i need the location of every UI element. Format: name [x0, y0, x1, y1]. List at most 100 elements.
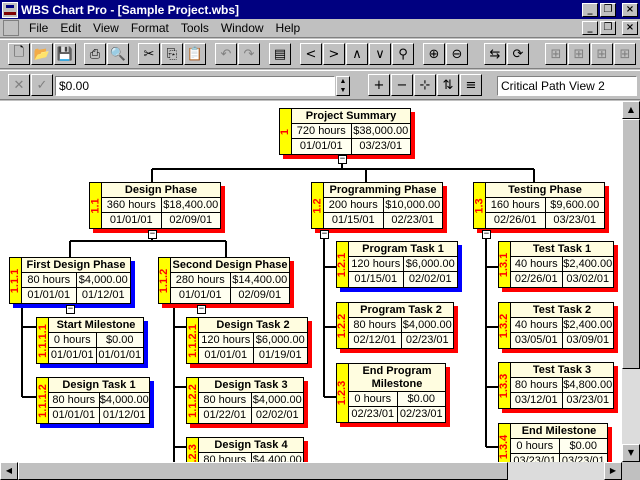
doc-restore-button[interactable]: ❐ — [600, 21, 616, 35]
collapse-toggle[interactable]: − — [338, 155, 347, 164]
doc-close-button[interactable]: × — [622, 21, 638, 35]
app-icon[interactable] — [2, 1, 18, 18]
layout-1-icon[interactable]: ⊞ — [545, 43, 567, 65]
wbs-id: 1.3.4 — [499, 424, 511, 462]
cancel-edit-button[interactable]: ✕ — [8, 74, 30, 96]
task-finish: 02/09/01 — [238, 289, 282, 301]
collapse-toggle[interactable]: − — [148, 230, 157, 239]
move-right-icon[interactable]: > — [323, 43, 345, 65]
reorder-icon[interactable]: ⇅ — [437, 74, 459, 96]
zoom-in-icon[interactable]: ⊕ — [423, 43, 445, 65]
wbs-id: 1.1.2.1 — [187, 318, 199, 363]
task-work: 360 hours — [102, 198, 162, 212]
value-spinner[interactable]: ▲ ▼ — [336, 76, 350, 96]
wbs-node-1-1-1-1[interactable]: 1.1.1.1 Start Milestone 0 hours $0.00 01/… — [36, 317, 144, 364]
view-selector[interactable]: Critical Path View 2 — [497, 76, 637, 96]
task-name: Test Task 1 — [511, 242, 613, 257]
refresh-icon[interactable]: ⟳ — [507, 43, 529, 65]
scroll-down-arrow-icon[interactable]: ▼ — [622, 444, 640, 462]
redo-icon[interactable]: ↷ — [238, 43, 260, 65]
move-up-icon[interactable]: ∧ — [346, 43, 368, 65]
doc-minimize-button[interactable]: _ — [582, 21, 598, 35]
layout-2-icon[interactable]: ⊞ — [568, 43, 590, 65]
open-folder-icon[interactable]: 📂 — [31, 43, 53, 65]
close-button[interactable]: × — [622, 2, 638, 17]
wbs-node-1-3-4[interactable]: 1.3.4 End Milestone 0 hours $0.00 03/23/0… — [498, 423, 608, 462]
task-cost: $9,600.00 — [550, 199, 600, 211]
task-start: 01/01/01 — [49, 408, 100, 423]
scroll-right-arrow-icon[interactable]: ▶ — [604, 462, 622, 480]
menu-window[interactable]: Window — [215, 21, 270, 35]
move-left-icon[interactable]: < — [300, 43, 322, 65]
move-down-icon[interactable]: ∨ — [369, 43, 391, 65]
wbs-node-1[interactable]: 1 Project Summary 720 hours $38,000.00 01… — [279, 108, 411, 155]
wbs-node-1-2-2[interactable]: 1.2.2 Program Task 2 80 hours $4,000.00 0… — [336, 302, 454, 349]
menu-file[interactable]: File — [23, 21, 54, 35]
edit-toolbar: ✕ ✓ $0.00 ▲ ▼ + − ⊹ ⇅ ≡ Critical Path Vie… — [0, 70, 640, 100]
wbs-node-1-1-2-3[interactable]: 1.1.2.3 Design Task 4 80 hours $4,400.00 — [186, 437, 304, 462]
paste-icon[interactable]: 📋 — [184, 43, 206, 65]
horizontal-scrollbar[interactable]: ◀ ▶ — [0, 462, 622, 480]
wbs-node-1-2-3[interactable]: 1.2.3 End Program Milestone 0 hours $0.00… — [336, 363, 446, 423]
task-finish: 02/23/01 — [391, 214, 435, 226]
task-work: 120 hours — [199, 333, 254, 347]
layout-4-icon[interactable]: ⊞ — [614, 43, 636, 65]
add-child-icon[interactable]: ⊹ — [414, 74, 436, 96]
horizontal-scroll-thumb[interactable] — [18, 462, 508, 480]
task-start: 03/12/01 — [511, 393, 563, 408]
wbs-canvas[interactable]: 1 Project Summary 720 hours $38,000.00 01… — [0, 101, 622, 462]
wbs-node-1-1-1-2[interactable]: 1.1.1.2 Design Task 1 80 hours $4,000.00 … — [36, 377, 150, 424]
properties-icon[interactable]: ▤ — [269, 43, 291, 65]
add-task-icon[interactable]: + — [368, 74, 390, 96]
minimize-button[interactable]: _ — [582, 2, 598, 17]
collapse-toggle[interactable]: − — [66, 305, 75, 314]
restore-button[interactable]: ❐ — [600, 2, 616, 17]
menu-edit[interactable]: Edit — [54, 21, 87, 35]
collapse-icon[interactable]: ≡ — [460, 74, 482, 96]
wbs-id: 1.2.2 — [337, 303, 349, 348]
menu-format[interactable]: Format — [125, 21, 175, 35]
task-finish: 01/12/01 — [102, 409, 146, 421]
print-icon[interactable]: ⎙ — [84, 43, 106, 65]
collapse-toggle[interactable]: − — [320, 230, 329, 239]
wbs-node-1-2-1[interactable]: 1.2.1 Program Task 1 120 hours $6,000.00 … — [336, 241, 458, 288]
wbs-node-1-2[interactable]: 1.2 Programming Phase 200 hours $10,000.0… — [311, 182, 443, 229]
scroll-up-arrow-icon[interactable]: ▲ — [622, 101, 640, 119]
import-icon[interactable]: ⇆ — [484, 43, 506, 65]
wbs-node-1-1-1[interactable]: 1.1.1 First Design Phase 80 hours $4,000.… — [9, 257, 131, 304]
undo-icon[interactable]: ↶ — [215, 43, 237, 65]
wbs-node-1-3-1[interactable]: 1.3.1 Test Task 1 40 hours $2,400.00 02/2… — [498, 241, 614, 288]
wbs-node-1-3-3[interactable]: 1.3.3 Test Task 3 80 hours $4,800.00 03/1… — [498, 362, 614, 409]
collapse-toggle[interactable]: − — [482, 230, 491, 239]
document-icon[interactable] — [3, 20, 19, 36]
remove-task-icon[interactable]: − — [391, 74, 413, 96]
wbs-node-1-1-2-2[interactable]: 1.1.2.2 Design Task 3 80 hours $4,000.00 … — [186, 377, 304, 424]
menu-help[interactable]: Help — [270, 21, 307, 35]
vertical-scrollbar[interactable]: ▲ ▼ — [622, 101, 640, 462]
layout-3-icon[interactable]: ⊞ — [591, 43, 613, 65]
vertical-scroll-thumb[interactable] — [622, 119, 640, 369]
wbs-node-1-3[interactable]: 1.3 Testing Phase 160 hours $9,600.00 02/… — [473, 182, 605, 229]
task-finish: 02/02/01 — [255, 409, 299, 421]
wbs-node-1-1-2-1[interactable]: 1.1.2.1 Design Task 2 120 hours $6,000.00… — [186, 317, 308, 364]
wbs-node-1-1[interactable]: 1.1 Design Phase 360 hours $18,400.00 01/… — [89, 182, 221, 229]
menu-tools[interactable]: Tools — [175, 21, 215, 35]
wbs-node-1-1-2[interactable]: 1.1.2 Second Design Phase 280 hours $14,4… — [158, 257, 290, 304]
value-input[interactable]: $0.00 — [55, 76, 335, 96]
task-cost: $4,000.00 — [99, 394, 149, 406]
new-file-icon[interactable]: 🗋 — [8, 43, 30, 65]
print-preview-icon[interactable]: 🔍 — [107, 43, 129, 65]
wbs-node-1-3-2[interactable]: 1.3.2 Test Task 2 40 hours $2,400.00 03/0… — [498, 302, 614, 349]
menu-view[interactable]: View — [87, 21, 125, 35]
collapse-toggle[interactable]: − — [197, 305, 206, 314]
cut-icon[interactable]: ✂ — [138, 43, 160, 65]
confirm-edit-button[interactable]: ✓ — [31, 74, 53, 96]
scroll-left-arrow-icon[interactable]: ◀ — [0, 462, 18, 480]
zoom-out-icon[interactable]: ⊖ — [446, 43, 468, 65]
lock-icon[interactable]: ⚲ — [392, 43, 414, 65]
task-finish: 03/23/01 — [561, 455, 605, 462]
copy-icon[interactable]: ⎘ — [161, 43, 183, 65]
task-name: Start Milestone — [49, 318, 143, 333]
task-finish: 01/19/01 — [258, 349, 302, 361]
save-disk-icon[interactable]: 💾 — [54, 43, 76, 65]
